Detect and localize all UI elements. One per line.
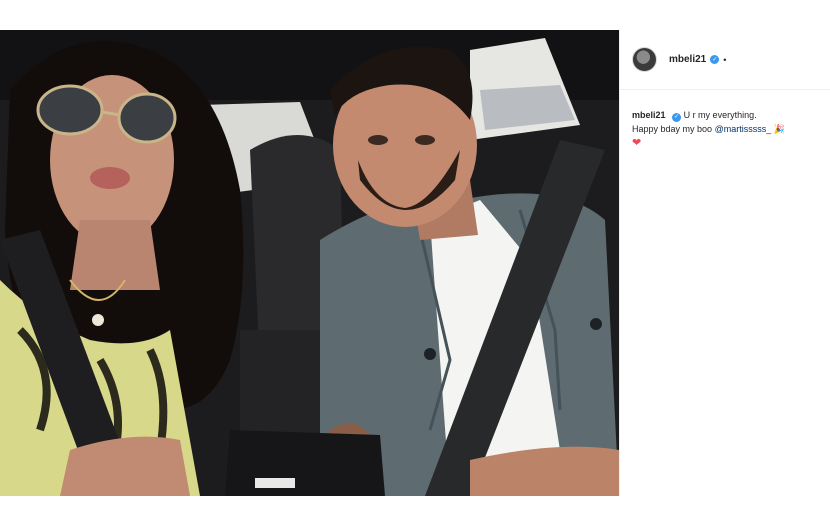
post-sidebar: mbeli21 ✓ • mbeli21 ✓ U r my everything.… (619, 30, 830, 496)
avatar[interactable] (632, 47, 657, 72)
party-popper-icon: 🎉 (773, 124, 785, 134)
caption-line-2: Happy bday my boo @martisssss_ 🎉 (632, 122, 830, 136)
verified-badge-icon: ✓ (710, 55, 720, 64)
header-username[interactable]: mbeli21 (669, 54, 706, 65)
caption-verified-badge-icon: ✓ (672, 112, 682, 122)
post-header: mbeli21 ✓ • (620, 30, 830, 90)
selfie-image (0, 30, 619, 496)
caption-mention-link[interactable]: @martisssss_ (715, 124, 772, 134)
heart-icon: ❤ (632, 137, 642, 149)
caption-line-1: mbeli21 ✓ U r my everything. (632, 108, 830, 122)
caption-username[interactable]: mbeli21 (632, 110, 666, 120)
caption-text-2: Happy bday my boo (632, 124, 713, 134)
post-caption: mbeli21 ✓ U r my everything. Happy bday … (620, 90, 830, 150)
post-photo[interactable] (0, 30, 619, 496)
more-options-dot[interactable]: • (723, 55, 726, 65)
instagram-post: mbeli21 ✓ • mbeli21 ✓ U r my everything.… (0, 30, 830, 496)
caption-text-1: U r my everything. (683, 110, 757, 120)
